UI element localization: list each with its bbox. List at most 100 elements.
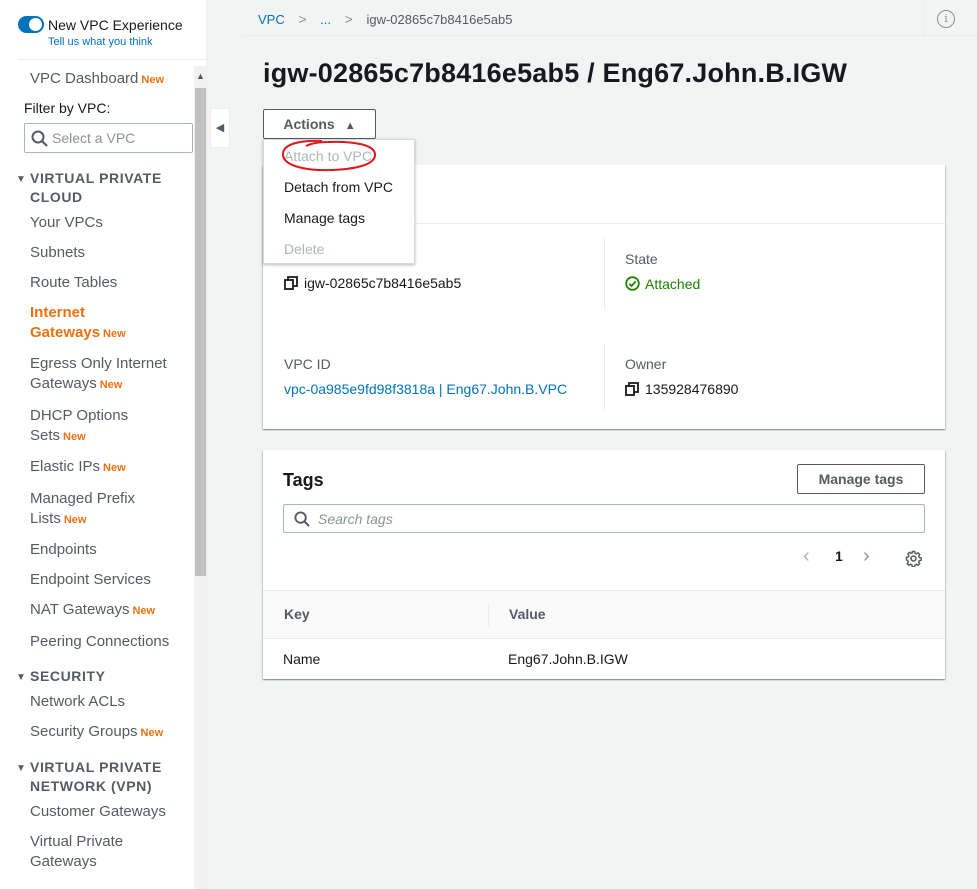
sidebar-nav-list: VPC Dashboard New Filter by VPC: Select a…	[0, 66, 195, 889]
chevron-left-icon: ◀	[215, 122, 225, 134]
column-divider	[604, 238, 605, 310]
new-badge: New	[141, 74, 165, 86]
section-security[interactable]: ▼ SECURITY	[16, 667, 191, 687]
vpc-console: New VPC Experience Tell us what you thin…	[0, 0, 977, 889]
copy-icon[interactable]	[625, 382, 639, 399]
column-divider	[604, 344, 605, 410]
actions-label: Actions	[283, 116, 335, 132]
sidebar-item-egress-only-gateways[interactable]: Egress Only Internet Gateways New	[30, 354, 190, 395]
caret-up-icon: ▲	[344, 120, 356, 132]
new-badge: New	[103, 462, 126, 474]
triangle-down-icon: ▼	[16, 174, 27, 185]
new-badge: New	[99, 379, 123, 391]
chevron-right-icon: >	[298, 11, 307, 27]
sidebar-item-your-vpcs[interactable]: Your VPCs	[30, 213, 190, 233]
search-tags-input[interactable]: Search tags	[283, 504, 925, 533]
sidebar-item-elastic-ips[interactable]: Elastic IPs New	[30, 457, 190, 478]
manage-tags-button[interactable]: Manage tags	[797, 464, 925, 494]
sidebar-item-managed-prefix-lists[interactable]: Managed Prefix Lists New	[30, 489, 145, 530]
sidebar-item-nat-gateways[interactable]: NAT Gateways New	[30, 600, 190, 621]
search-icon	[31, 130, 48, 152]
section-virtual-private-cloud[interactable]: ▼ VIRTUAL PRIVATE CLOUD	[16, 169, 191, 207]
search-icon	[294, 511, 310, 532]
triangle-down-icon: ▼	[16, 672, 27, 683]
page-title: igw-02865c7b8416e5ab5 / Eng67.John.B.IGW	[263, 58, 848, 88]
column-divider	[488, 603, 489, 627]
sidebar-divider	[18, 59, 206, 60]
sidebar-item-endpoint-services[interactable]: Endpoint Services	[30, 570, 190, 590]
menu-item-attach-to-vpc[interactable]: Attach to VPC	[284, 148, 372, 164]
feedback-link[interactable]: Tell us what you think	[48, 36, 153, 48]
igw-id-value: igw-02865c7b8416e5ab5	[284, 275, 461, 293]
chevron-right-icon: >	[344, 11, 353, 27]
sidebar-item-label: Egress Only Internet Gateways	[30, 355, 167, 392]
new-badge: New	[103, 328, 126, 340]
sidebar-item-label: Internet Gateways	[30, 304, 101, 341]
sidebar-item-internet-gateways[interactable]: Internet Gateways New	[30, 303, 140, 344]
tag-key-cell: Name	[283, 651, 321, 667]
vpc-filter-placeholder: Select a VPC	[52, 130, 136, 146]
main-content: VPC > ... > igw-02865c7b8416e5ab5 i igw-…	[243, 0, 977, 889]
page-number[interactable]: 1	[835, 548, 843, 564]
vpc-filter-select[interactable]: Select a VPC	[24, 123, 193, 153]
sidebar-item-dhcp-options-sets[interactable]: DHCP Options Sets New	[30, 406, 140, 447]
collapse-sidebar-button[interactable]: ◀	[210, 108, 230, 148]
breadcrumb-ellipsis[interactable]: ...	[320, 12, 331, 27]
copy-icon[interactable]	[284, 276, 298, 293]
column-header-value[interactable]: Value	[509, 606, 546, 622]
gear-icon[interactable]	[905, 550, 922, 572]
sidebar-item-customer-gateways[interactable]: Customer Gateways	[30, 802, 190, 822]
scroll-up-icon[interactable]: ▲	[194, 66, 206, 86]
header-bottom-divider	[243, 35, 977, 36]
chevron-right-icon[interactable]: ›	[863, 545, 870, 568]
filter-by-vpc-label: Filter by VPC:	[24, 100, 111, 116]
new-badge: New	[140, 727, 164, 739]
new-badge: New	[63, 431, 86, 443]
menu-item-delete[interactable]: Delete	[284, 241, 324, 257]
vpc-id-label: VPC ID	[284, 356, 331, 372]
breadcrumb-vpc[interactable]: VPC	[258, 12, 285, 27]
actions-button[interactable]: Actions ▲	[263, 109, 376, 139]
sidebar-item-vpc-dashboard[interactable]: VPC Dashboard New	[30, 69, 190, 90]
sidebar-scrollbar[interactable]: ▲	[194, 66, 206, 889]
sidebar-item-label: Security Groups	[30, 723, 138, 740]
breadcrumb-current: igw-02865c7b8416e5ab5	[366, 12, 513, 27]
tags-table-header: Key Value	[263, 590, 945, 639]
header-divider	[923, 0, 924, 35]
tag-value-cell: Eng67.John.B.IGW	[508, 651, 628, 667]
sidebar-item-endpoints[interactable]: Endpoints	[30, 540, 190, 560]
breadcrumb: VPC > ... > igw-02865c7b8416e5ab5	[258, 11, 512, 27]
triangle-down-icon: ▼	[16, 763, 27, 774]
sidebar-scrollbar-thumb[interactable]	[195, 88, 206, 576]
sidebar-item-network-acls[interactable]: Network ACLs	[30, 692, 190, 712]
sidebar-item-virtual-private-gateways[interactable]: Virtual Private Gateways	[30, 832, 150, 872]
sidebar-item-route-tables[interactable]: Route Tables	[30, 273, 190, 293]
menu-item-manage-tags[interactable]: Manage tags	[284, 210, 365, 226]
vpc-id-link[interactable]: vpc-0a985e9fd98f3818a | Eng67.John.B.VPC	[284, 381, 567, 397]
sidebar-item-peering-connections[interactable]: Peering Connections	[30, 632, 190, 652]
actions-dropdown-menu: Attach to VPC Detach from VPC Manage tag…	[263, 139, 415, 264]
chevron-left-icon[interactable]: ‹	[803, 545, 810, 568]
new-badge: New	[132, 605, 156, 617]
tags-title: Tags	[283, 470, 324, 490]
sidebar-item-label: NAT Gateways	[30, 601, 130, 618]
sidebar: New VPC Experience Tell us what you thin…	[0, 0, 207, 889]
new-vpc-experience-label: New VPC Experience	[48, 17, 183, 33]
menu-item-detach-from-vpc[interactable]: Detach from VPC	[284, 179, 393, 195]
info-icon[interactable]: i	[937, 10, 955, 28]
sidebar-item-label: Elastic IPs	[30, 458, 101, 475]
section-vpn[interactable]: ▼ VIRTUAL PRIVATE NETWORK (VPN)	[16, 758, 191, 796]
tags-card: Tags Manage tags Search tags ‹ 1 › Key V…	[263, 450, 945, 679]
new-vpc-experience-toggle[interactable]	[18, 16, 44, 33]
sidebar-item-subnets[interactable]: Subnets	[30, 243, 190, 263]
check-circle-icon	[625, 276, 640, 294]
sidebar-item-label: VPC Dashboard	[30, 70, 139, 87]
owner-value: 135928476890	[625, 381, 738, 399]
search-tags-placeholder: Search tags	[318, 511, 393, 527]
column-header-key[interactable]: Key	[284, 606, 310, 622]
state-label: State	[625, 251, 658, 267]
new-badge: New	[63, 514, 87, 526]
sidebar-item-security-groups[interactable]: Security Groups New	[30, 722, 190, 743]
owner-label: Owner	[625, 356, 667, 372]
state-value: Attached	[625, 276, 700, 294]
